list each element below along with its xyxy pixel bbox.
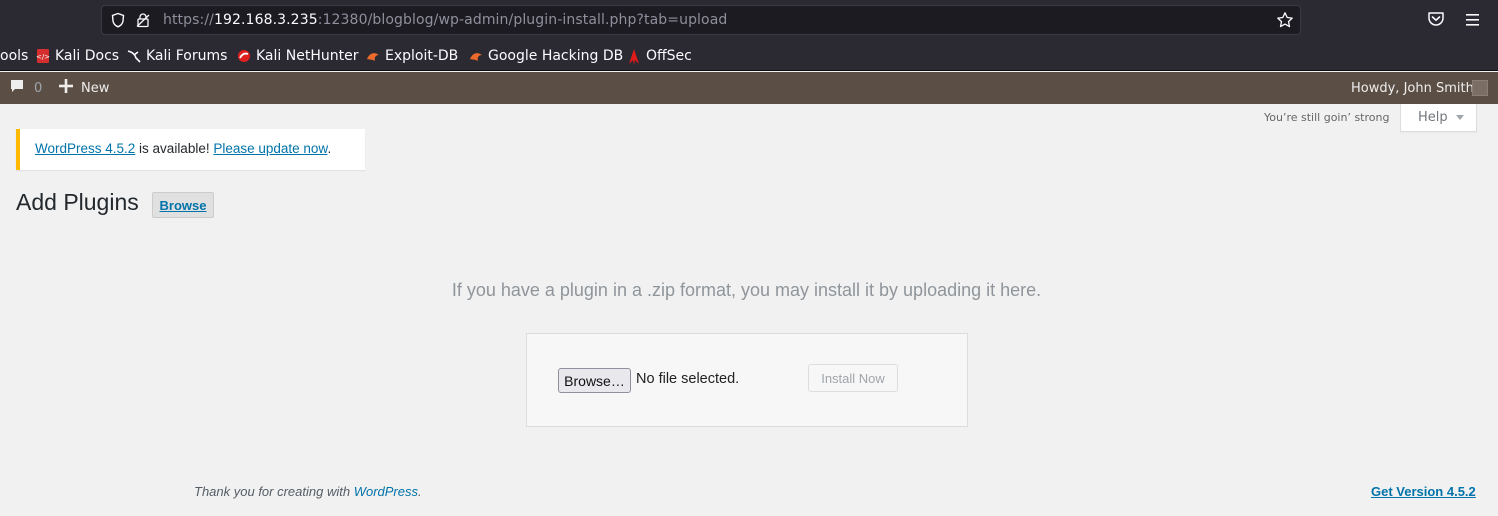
bookmark-kali-nethunter[interactable]: Kali NetHunter bbox=[237, 46, 358, 66]
upload-help-text: If you have a plugin in a .zip format, y… bbox=[451, 280, 1042, 300]
bookmark-kali-docs[interactable]: </> Kali Docs bbox=[36, 46, 119, 66]
bookmark-offsec[interactable]: OffSec bbox=[627, 46, 692, 66]
howdy-text: Howdy, John Smith bbox=[1351, 80, 1474, 96]
tracking-shield-icon[interactable] bbox=[110, 12, 126, 32]
notice-text: is available! bbox=[135, 141, 214, 156]
wp-admin-bar: 0 New Howdy, John Smith bbox=[0, 72, 1498, 104]
url-host: 192.168.3.235 bbox=[213, 12, 318, 28]
notice-period: . bbox=[327, 141, 332, 156]
url-bar[interactable]: https://192.168.3.235:12380/blogblog/wp-… bbox=[101, 5, 1301, 35]
bookmark-label: Kali Docs bbox=[55, 48, 120, 64]
bookmark-tools[interactable]: ools bbox=[0, 46, 28, 66]
url-path: :12380/blogblog/wp-admin/plugin-install.… bbox=[317, 12, 728, 28]
file-browse-button[interactable]: Browse… bbox=[558, 368, 631, 393]
kali-docs-icon: </> bbox=[36, 49, 50, 63]
offsec-icon bbox=[627, 49, 641, 65]
upload-plugin-form: Browse… No file selected. Install Now bbox=[526, 333, 968, 427]
bookmarks-bar: ools </> Kali Docs Kali Forums Kali NetH… bbox=[0, 40, 1498, 71]
hamburger-menu-icon[interactable] bbox=[1465, 12, 1481, 31]
bookmark-label: ools bbox=[0, 48, 29, 64]
comment-bubble-icon bbox=[9, 78, 25, 98]
avatar[interactable] bbox=[1472, 80, 1488, 96]
get-version-link[interactable]: Get Version 4.5.2 bbox=[1371, 484, 1476, 499]
browser-toolbar: https://192.168.3.235:12380/blogblog/wp-… bbox=[0, 0, 1498, 40]
browse-plugins-button[interactable]: Browse bbox=[152, 192, 214, 218]
comments-menu[interactable]: 0 bbox=[9, 72, 42, 104]
bookmark-kali-forums[interactable]: Kali Forums bbox=[127, 46, 227, 66]
still-strong-text: You’re still goin’ strong bbox=[1264, 111, 1390, 124]
bookmark-label: Exploit-DB bbox=[385, 48, 459, 64]
footer-thanks: Thank you for creating with WordPress. bbox=[194, 484, 422, 499]
footer-thanks-prefix: Thank you for creating with bbox=[194, 484, 354, 499]
url-text[interactable]: https://192.168.3.235:12380/blogblog/wp-… bbox=[163, 12, 727, 28]
footer-thanks-suffix: . bbox=[418, 484, 422, 499]
new-content-menu[interactable]: New bbox=[59, 72, 109, 104]
svg-text:</>: </> bbox=[36, 53, 50, 61]
bookmark-label: Google Hacking DB bbox=[488, 48, 624, 64]
bookmark-star-icon[interactable] bbox=[1276, 11, 1294, 33]
my-account-menu[interactable]: Howdy, John Smith bbox=[1351, 72, 1474, 104]
bookmark-label: Kali NetHunter bbox=[256, 48, 359, 64]
bookmark-exploit-db[interactable]: Exploit-DB bbox=[366, 46, 458, 66]
bookmark-label: OffSec bbox=[646, 48, 692, 64]
kali-nethunter-icon bbox=[237, 49, 251, 63]
update-now-link[interactable]: Please update now bbox=[213, 141, 327, 156]
help-tab[interactable]: Help bbox=[1400, 104, 1477, 132]
url-scheme: https:// bbox=[163, 12, 214, 28]
comments-count: 0 bbox=[34, 80, 43, 96]
file-status: No file selected. bbox=[636, 371, 740, 387]
pocket-icon[interactable] bbox=[1427, 11, 1445, 32]
bookmark-label: Kali Forums bbox=[146, 48, 228, 64]
wordpress-link[interactable]: WordPress bbox=[354, 484, 418, 499]
exploit-db-icon bbox=[366, 49, 380, 63]
plus-icon bbox=[59, 79, 73, 97]
wordpress-version-link[interactable]: WordPress 4.5.2 bbox=[35, 141, 135, 156]
bookmark-google-hacking-db[interactable]: Google Hacking DB bbox=[469, 46, 623, 66]
caret-down-icon bbox=[1455, 115, 1464, 120]
install-now-button[interactable]: Install Now bbox=[808, 364, 898, 392]
help-label: Help bbox=[1418, 110, 1448, 125]
page-title: Add Plugins bbox=[16, 189, 139, 215]
new-label: New bbox=[81, 80, 110, 96]
update-notice: WordPress 4.5.2 is available! Please upd… bbox=[16, 129, 365, 170]
ghdb-icon bbox=[469, 49, 483, 63]
kali-forums-icon bbox=[127, 49, 141, 63]
lock-icon[interactable] bbox=[135, 12, 151, 32]
